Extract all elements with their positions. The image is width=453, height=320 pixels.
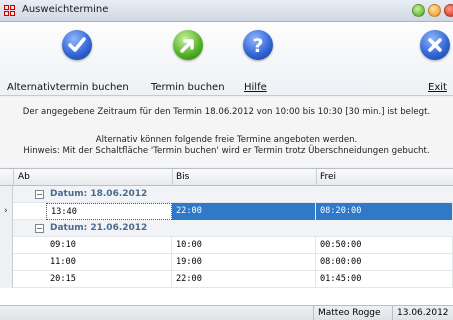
collapse-icon[interactable]: − [35,190,44,199]
close-x-icon [420,30,450,60]
termin-buchen-label: Termin buchen [151,82,225,93]
cell-bis[interactable]: 10:00 [172,237,316,254]
status-date: 13.06.2012 [392,306,453,320]
group-label: Datum: 18.06.2012 [50,189,148,199]
appointments-grid: Ab Bis Frei − Datum: 18.06.2012 › 13:40 … [0,168,453,305]
svg-text:?: ? [252,35,263,57]
table-row[interactable]: 11:00 19:00 08:00:00 [0,254,453,271]
hilfe-label: Hilfe [244,82,267,93]
window-title: Ausweichtermine [22,4,109,15]
green-arrow-icon [173,30,203,60]
cell-frei[interactable]: 08:00:00 [316,254,453,271]
group-row[interactable]: − Datum: 18.06.2012 [0,186,453,203]
alternative-message: Alternativ können folgende freie Termine… [95,135,358,145]
table-row[interactable]: 09:10 10:00 00:50:00 [0,237,453,254]
title-bar: Ausweichtermine [0,0,453,22]
table-row[interactable]: › 13:40 22:00 08:20:00 [0,203,453,220]
column-header-ab[interactable]: Ab [18,172,30,182]
cell-bis[interactable]: 19:00 [172,254,316,271]
group-row[interactable]: − Datum: 21.06.2012 [0,220,453,237]
cell-frei[interactable]: 01:45:00 [316,271,453,288]
column-header-bis[interactable]: Bis [176,172,189,182]
column-header-frei[interactable]: Frei [320,172,336,182]
cell-ab[interactable]: 11:00 [46,254,172,271]
cell-ab[interactable]: 13:40 [46,203,172,220]
status-user: Matteo Rogge [313,306,385,320]
checkmark-circle-icon [62,30,92,60]
group-label: Datum: 21.06.2012 [50,223,148,233]
collapse-icon[interactable]: − [35,224,44,233]
question-mark-icon: ? [243,30,273,60]
exit-label: Exit [428,82,447,93]
row-indicator-icon: › [4,206,8,216]
hint-message: Hinweis: Mit der Schaltfläche 'Termin bu… [23,146,430,156]
alternativtermin-buchen-label: Alternativtermin buchen [7,82,129,93]
cell-frei[interactable]: 08:20:00 [316,203,453,220]
grid-header: Ab Bis Frei [0,169,453,186]
cell-frei[interactable]: 00:50:00 [316,237,453,254]
cell-ab[interactable]: 20:15 [46,271,172,288]
close-window-button[interactable] [444,4,453,17]
cell-bis[interactable]: 22:00 [172,271,316,288]
app-grid-icon [4,5,16,17]
status-bar: Matteo Rogge 13.06.2012 [0,305,453,320]
minimize-button[interactable] [412,4,425,17]
maximize-button[interactable] [428,4,441,17]
cell-ab[interactable]: 09:10 [46,237,172,254]
message-panel: Der angegebene Zeitraum für den Termin 1… [0,97,453,167]
conflict-message: Der angegebene Zeitraum für den Termin 1… [22,107,431,117]
toolbar: Alternativtermin buchen Termin buchen ? … [0,22,453,96]
cell-bis[interactable]: 22:00 [172,203,316,220]
table-row[interactable]: 20:15 22:00 01:45:00 [0,271,453,288]
